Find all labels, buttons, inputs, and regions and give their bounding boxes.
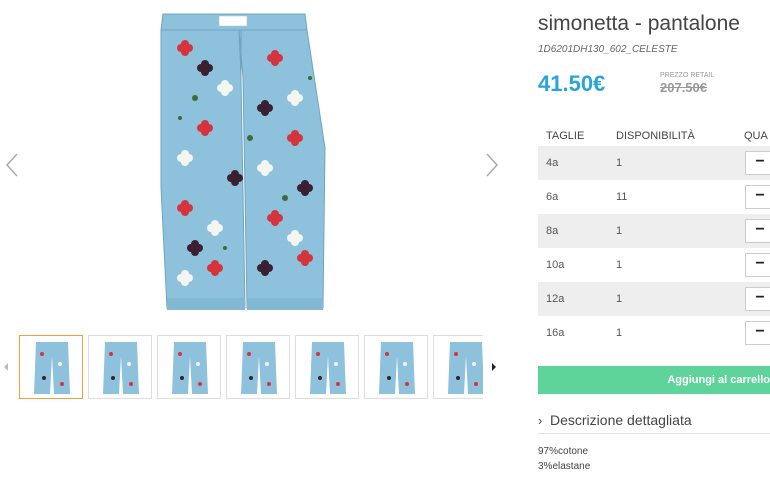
header-quantity: QUA: [744, 130, 768, 142]
header-availability: DISPONIBILITÀ: [616, 130, 695, 142]
size-cell: 8a: [546, 225, 559, 237]
availability-cell: 1: [616, 157, 623, 169]
thumbnail-3[interactable]: [157, 335, 221, 399]
size-cell: 4a: [546, 157, 559, 169]
size-cell: 16a: [546, 327, 565, 339]
size-cell: 12a: [546, 293, 565, 305]
thumbnail-2[interactable]: [88, 335, 152, 399]
decrease-quantity-button[interactable]: −: [745, 219, 770, 243]
product-title: simonetta - pantalone: [538, 12, 740, 35]
gallery-next-button[interactable]: [482, 150, 502, 180]
retail-price: 207.50€: [660, 80, 707, 95]
main-product-image: [155, 8, 335, 324]
availability-cell: 1: [616, 225, 623, 237]
product-sku: 1D6201DH130_602_CELESTE: [538, 44, 678, 55]
availability-cell: 1: [616, 259, 623, 271]
availability-cell: 11: [616, 191, 628, 203]
composition-line: 97%cotone: [538, 446, 589, 457]
thumbnail-prev-button[interactable]: [0, 359, 12, 375]
thumbnail-6[interactable]: [364, 335, 428, 399]
composition-text: 97%cotone 3%elastane: [538, 444, 590, 474]
availability-cell: 1: [616, 327, 623, 339]
add-to-cart-button[interactable]: Aggiungi al carrello: [538, 366, 770, 394]
decrease-quantity-button[interactable]: −: [745, 253, 770, 277]
caret-right-icon: [492, 363, 496, 371]
decrease-quantity-button[interactable]: −: [745, 287, 770, 311]
size-row: 12a 1 −: [538, 282, 770, 316]
availability-cell: 1: [616, 293, 623, 305]
size-row: 6a 11 −: [538, 180, 770, 214]
product-price: 41.50€: [538, 71, 606, 96]
thumbnail-7[interactable]: [433, 335, 483, 399]
thumbnail-strip: [19, 335, 483, 401]
size-cell: 10a: [546, 259, 565, 271]
product-details: simonetta - pantalone 1D6201DH130_602_CE…: [538, 0, 770, 496]
chevron-right-icon: [486, 153, 499, 177]
chevron-left-icon: [5, 153, 18, 177]
decrease-quantity-button[interactable]: −: [745, 321, 770, 345]
add-to-cart-label: Aggiungi al carrello: [667, 374, 770, 386]
thumbnail-next-button[interactable]: [488, 359, 500, 375]
size-cell: 6a: [546, 191, 559, 203]
description-toggle[interactable]: › Descrizione dettagliata: [538, 410, 770, 434]
thumbnail-carousel: [0, 335, 510, 405]
size-table: TAGLIE DISPONIBILITÀ QUA 4a 1 − 6a 11 − …: [538, 124, 770, 350]
chevron-right-icon: ›: [538, 413, 543, 428]
size-row: 4a 1 −: [538, 146, 770, 180]
description-label: Descrizione dettagliata: [550, 412, 692, 428]
thumbnail-1[interactable]: [19, 335, 83, 399]
gallery-prev-button[interactable]: [2, 150, 22, 180]
size-row: 10a 1 −: [538, 248, 770, 282]
thumbnail-4[interactable]: [226, 335, 290, 399]
product-gallery: [0, 0, 510, 496]
decrease-quantity-button[interactable]: −: [745, 185, 770, 209]
header-size: TAGLIE: [546, 130, 585, 142]
caret-left-icon: [4, 363, 8, 371]
decrease-quantity-button[interactable]: −: [745, 151, 770, 175]
size-table-header: TAGLIE DISPONIBILITÀ QUA: [538, 124, 770, 146]
composition-line: 3%elastane: [538, 461, 591, 472]
retail-price-label: PREZZO RETAIL: [660, 72, 715, 79]
size-row: 16a 1 −: [538, 316, 770, 350]
thumbnail-5[interactable]: [295, 335, 359, 399]
size-row: 8a 1 −: [538, 214, 770, 248]
